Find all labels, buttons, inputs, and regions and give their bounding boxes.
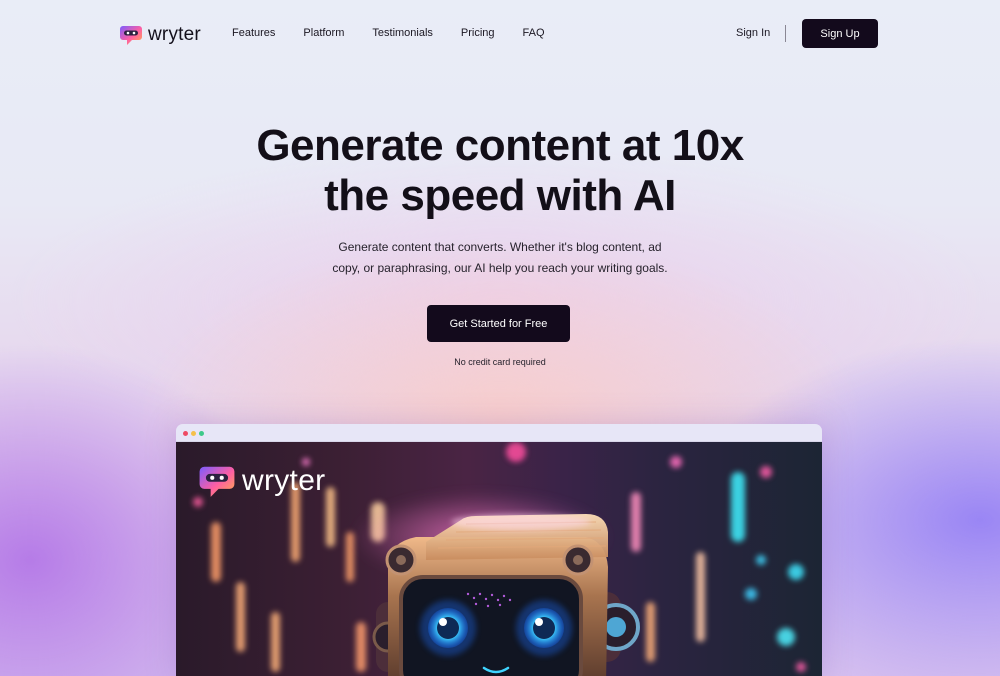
brand-logo[interactable]: wryter xyxy=(119,23,201,47)
nav-link-features[interactable]: Features xyxy=(232,27,275,39)
hero-subtitle-line-1: Generate content that converts. Whether … xyxy=(338,240,662,254)
nav-divider xyxy=(785,25,786,42)
logo-chat-bubble-icon xyxy=(120,26,142,45)
preview-image: wryter xyxy=(176,442,822,676)
nav-link-testimonials[interactable]: Testimonials xyxy=(372,27,433,39)
brand-name: wryter xyxy=(148,24,201,45)
nav-link-pricing[interactable]: Pricing xyxy=(461,27,495,39)
hero-subtitle: Generate content that converts. Whether … xyxy=(0,237,1000,279)
preview-logo-text: wryter xyxy=(242,464,326,497)
window-maximize-dot-icon xyxy=(199,431,204,436)
window-close-dot-icon xyxy=(183,431,188,436)
hero-title: Generate content at 10x the speed with A… xyxy=(0,121,1000,221)
nav-link-faq[interactable]: FAQ xyxy=(523,27,545,39)
sign-in-link[interactable]: Sign In xyxy=(736,27,770,39)
hero-title-line-2: the speed with AI xyxy=(324,171,676,220)
nav-link-platform[interactable]: Platform xyxy=(303,27,344,39)
preview-logo-chat-bubble-icon xyxy=(199,466,235,497)
hero-subtitle-line-2: copy, or paraphrasing, our AI help you r… xyxy=(332,261,668,275)
window-title-bar xyxy=(176,424,822,442)
get-started-button[interactable]: Get Started for Free xyxy=(427,305,570,342)
window-minimize-dot-icon xyxy=(191,431,196,436)
preview-logo: wryter xyxy=(198,462,325,500)
nav-links: Features Platform Testimonials Pricing F… xyxy=(232,27,573,39)
hero-title-line-1: Generate content at 10x xyxy=(256,121,744,170)
product-preview-window: wryter xyxy=(176,424,822,676)
sign-up-button[interactable]: Sign Up xyxy=(802,19,878,48)
top-navigation: wryter Features Platform Testimonials Pr… xyxy=(0,0,1000,68)
no-credit-card-note: No credit card required xyxy=(454,357,546,367)
